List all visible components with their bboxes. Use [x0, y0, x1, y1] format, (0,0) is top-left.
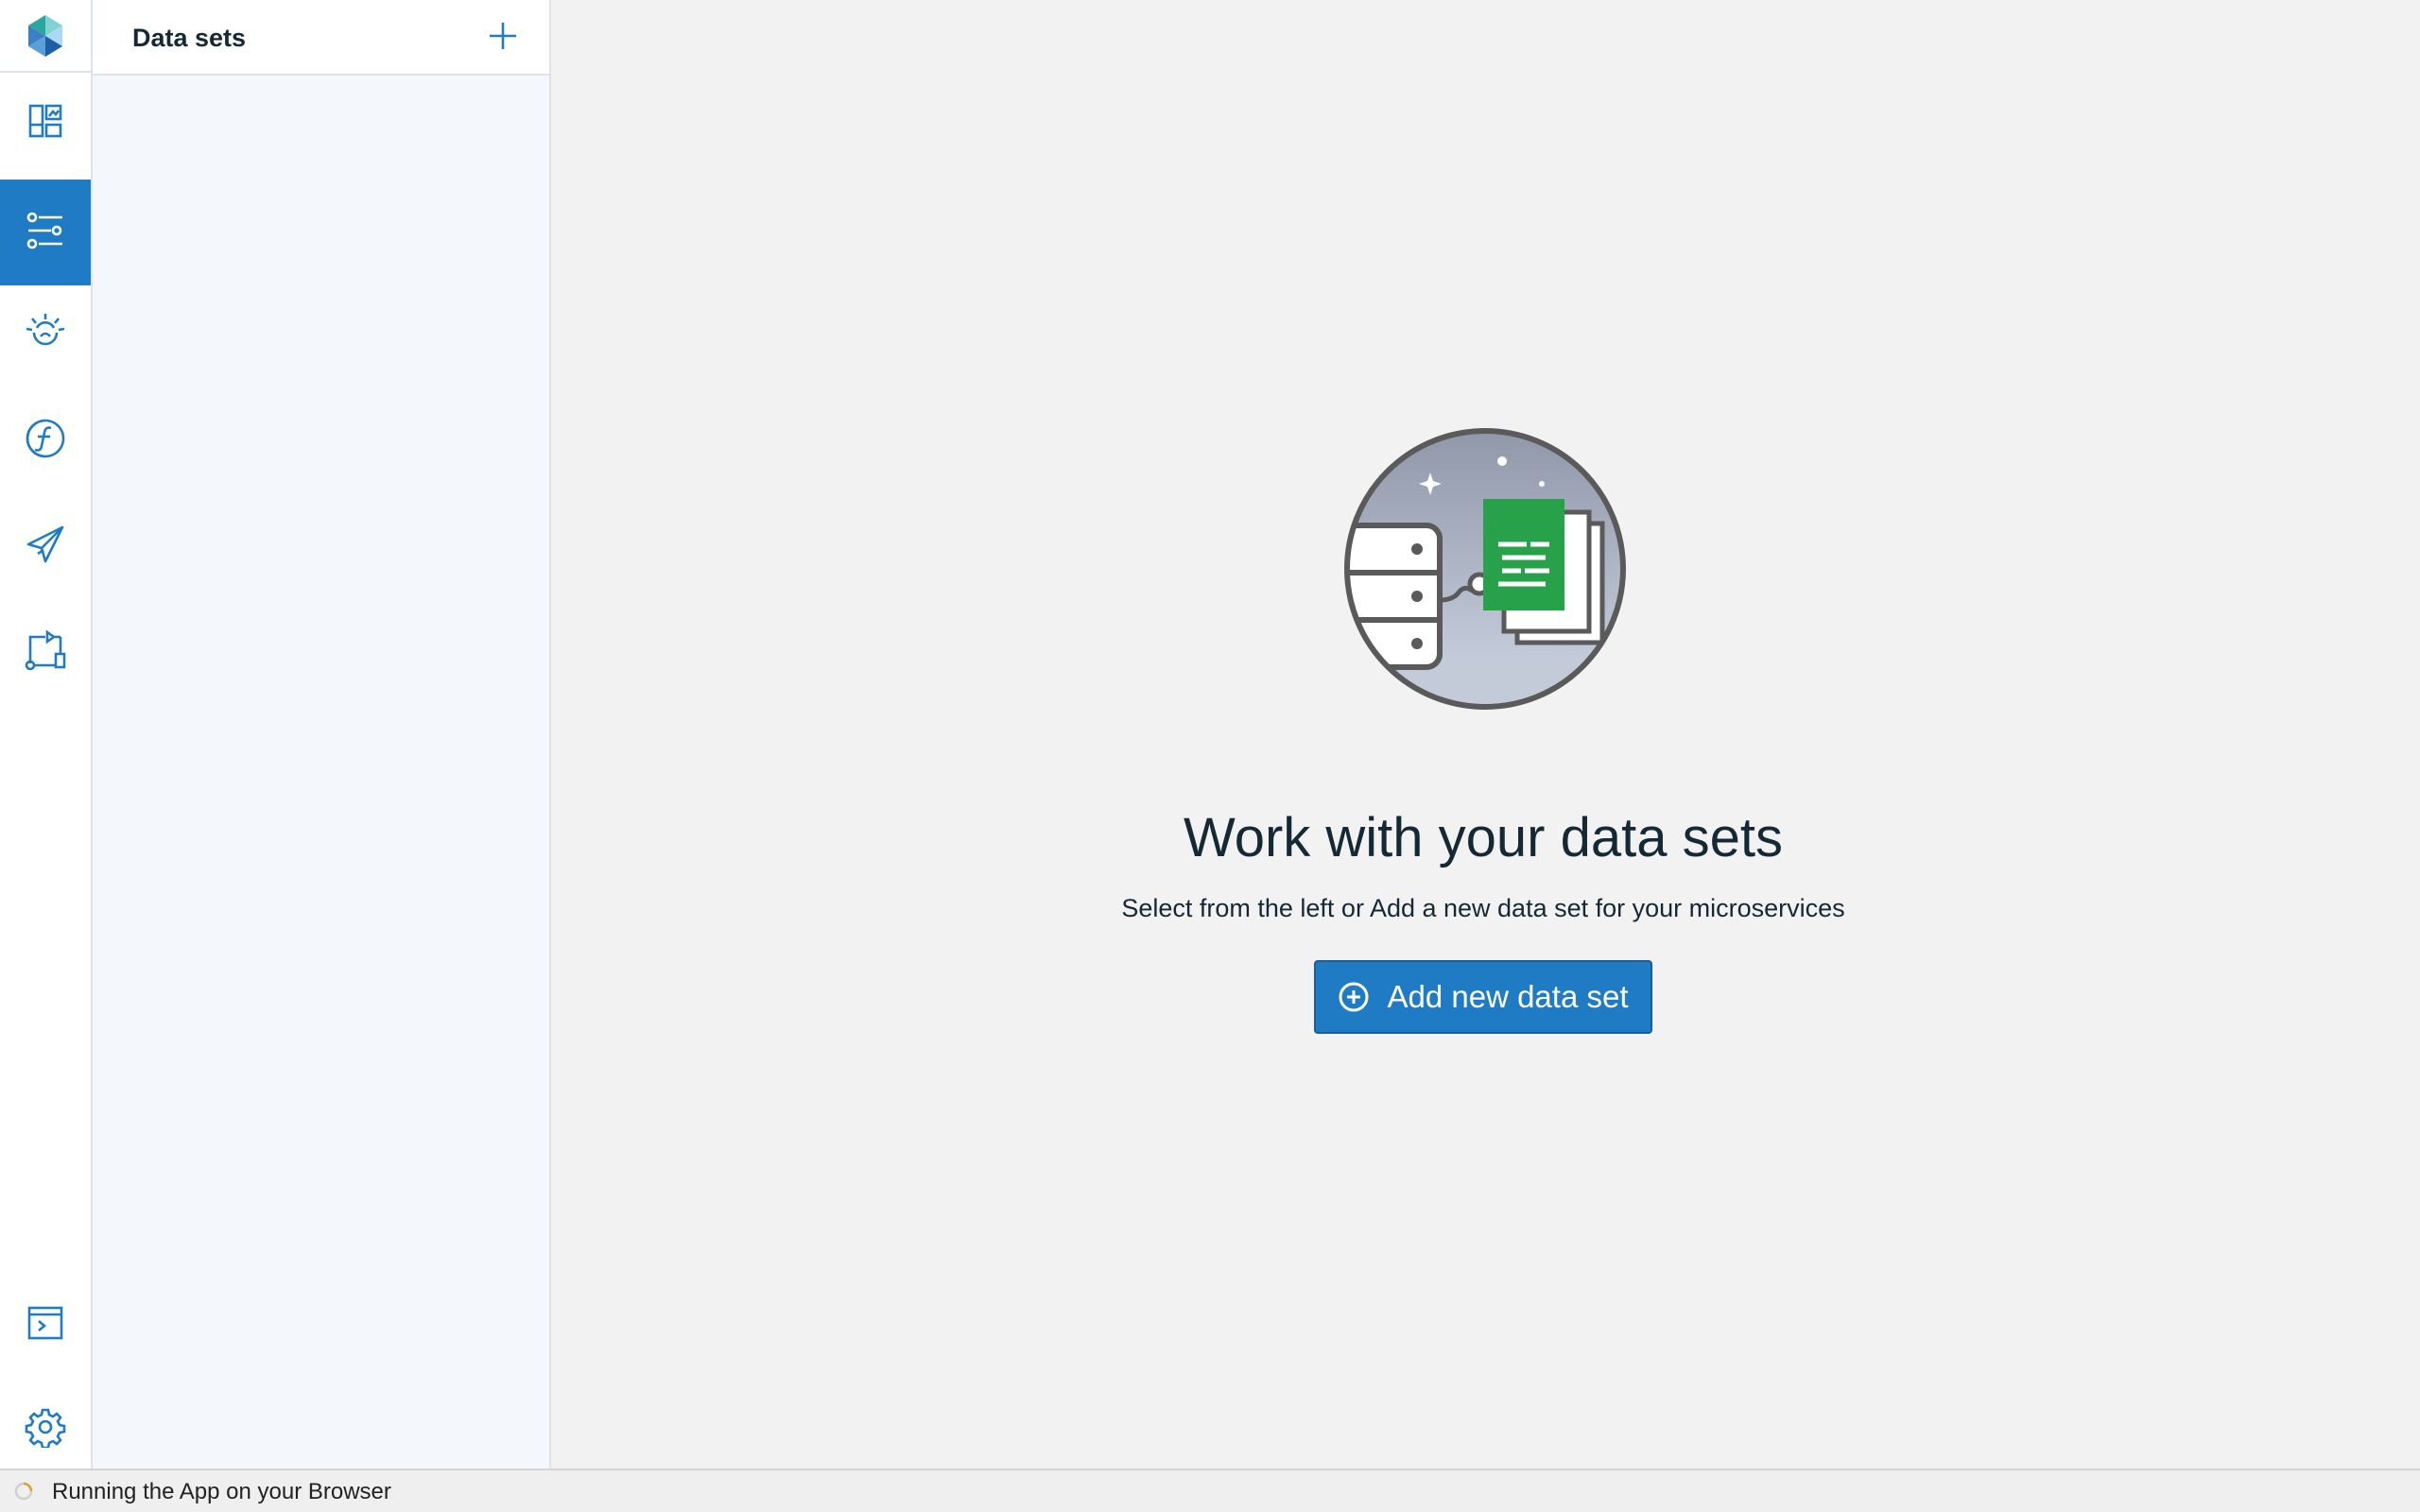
gear-icon [25, 1406, 66, 1452]
watson-button[interactable] [0, 282, 91, 387]
empty-state-title: Work with your data sets [1184, 806, 1783, 868]
dashboard-icon [25, 100, 66, 146]
empty-state: Work with your data sets Select from the… [551, 0, 2420, 1465]
terminal-button[interactable] [0, 1272, 91, 1378]
flow-icon [25, 628, 66, 676]
add-data-set-button[interactable] [482, 17, 524, 59]
status-bar: Running the App on your Browser [0, 1469, 2420, 1512]
app-logo-icon[interactable] [0, 0, 91, 73]
settings-sliders-icon [25, 210, 66, 256]
panel-header: Data sets [93, 0, 549, 76]
ibm-watson-icon [25, 312, 66, 358]
settings-button[interactable] [0, 1376, 91, 1482]
status-text: Running the App on your Browser [52, 1479, 391, 1504]
send-icon [25, 524, 66, 570]
plus-icon [489, 22, 517, 55]
add-new-data-set-label: Add new data set [1387, 979, 1629, 1014]
add-new-data-set-button[interactable]: Add new data set [1314, 960, 1652, 1034]
data-set-illustration [1341, 425, 1629, 713]
functions-button[interactable] [0, 387, 91, 493]
main-content: Work with your data sets Select from the… [551, 0, 2420, 1465]
deploy-button[interactable] [0, 493, 91, 599]
dashboard-button[interactable] [0, 70, 91, 176]
data-sets-button[interactable] [0, 180, 91, 285]
icon-rail [0, 0, 93, 1469]
empty-state-subtitle: Select from the left or Add a new data s… [1121, 894, 1845, 922]
panel-title: Data sets [132, 24, 247, 52]
terminal-icon [25, 1302, 66, 1349]
flows-button[interactable] [0, 599, 91, 705]
plus-circle-icon [1338, 981, 1370, 1013]
functions-icon [25, 418, 66, 464]
data-sets-panel: Data sets [93, 0, 551, 1469]
spinner-icon [13, 1481, 34, 1502]
